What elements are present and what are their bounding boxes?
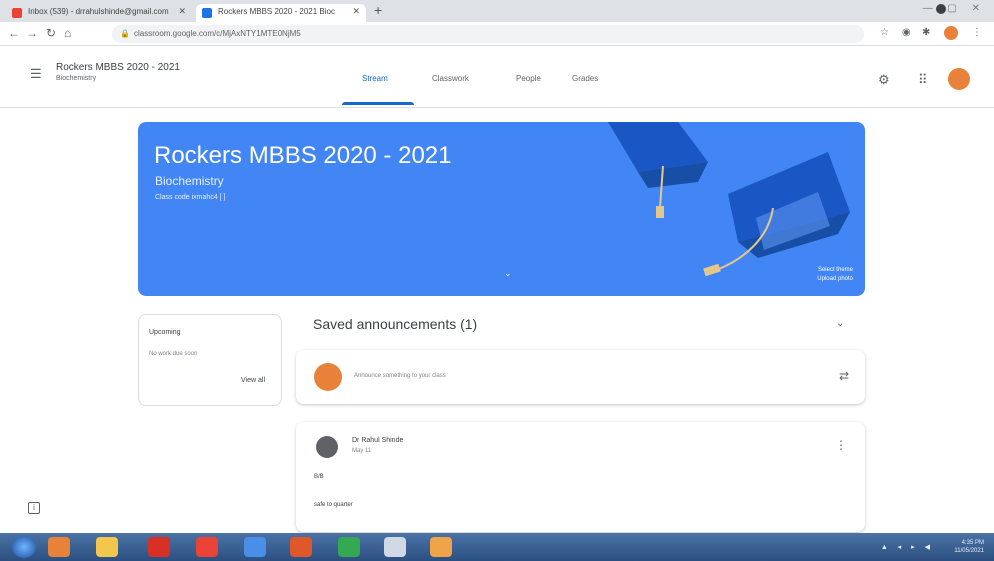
extension-icon[interactable]: ◉: [902, 27, 911, 38]
reload-icon[interactable]: ↻: [46, 26, 56, 40]
compose-placeholder[interactable]: Announce something to your class: [354, 373, 446, 379]
user-avatar: [314, 363, 342, 391]
chevron-down-icon[interactable]: ⌄: [836, 318, 844, 329]
start-button-icon[interactable]: [12, 536, 36, 558]
upcoming-title: Upcoming: [149, 329, 181, 336]
tab-classwork[interactable]: Classwork: [432, 74, 469, 83]
clock-date: 11/05/2021: [954, 548, 984, 554]
address-bar[interactable]: 🔒 classroom.google.com/c/MjAxNTY1MTE0NjM…: [112, 25, 864, 43]
course-banner: Rockers MBBS 2020 - 2021 Biochemistry Cl…: [138, 122, 865, 296]
gmail-icon: [12, 8, 22, 18]
shield-icon[interactable]: [148, 537, 170, 557]
puzzle-icon[interactable]: ✱: [922, 27, 930, 38]
active-tab-indicator: [342, 102, 414, 105]
help-icon[interactable]: i: [28, 502, 40, 514]
opera-icon[interactable]: [290, 537, 312, 557]
banner-subtitle: Biochemistry: [155, 174, 224, 188]
address-toolbar: ← → ↻ ⌂ 🔒 classroom.google.com/c/MjAxNTY…: [0, 22, 994, 46]
browser-avatar[interactable]: [944, 26, 958, 40]
os-taskbar: ▲ ◂ ▸ ◀ 4:35 PM 11/05/2021: [0, 533, 994, 561]
post-author: Dr Rahul Shinde: [352, 437, 404, 444]
close-icon[interactable]: ✕: [352, 6, 360, 17]
main-menu-icon[interactable]: ☰: [30, 66, 42, 82]
customize-banner-link[interactable]: Select theme Upload photo: [817, 266, 853, 284]
clock-time: 4:35 PM: [961, 540, 984, 546]
more-options-icon[interactable]: ⋮: [835, 438, 847, 452]
announcement-composer[interactable]: Announce something to your class ⇄: [296, 350, 865, 404]
view-all-link[interactable]: View all: [241, 377, 265, 384]
post-body-line: safe to quarter: [314, 502, 353, 508]
account-avatar[interactable]: [948, 68, 970, 90]
browser-tab-strip: Inbox (539) - drrahulshinde@gmail.com ✕ …: [0, 0, 994, 22]
browser-menu-icon[interactable]: ⋮: [972, 27, 982, 38]
system-tray[interactable]: ▲ ◂ ▸ ◀: [881, 543, 934, 551]
url-text: classroom.google.com/c/MjAxNTY1MTE0NjM5: [134, 29, 301, 38]
upcoming-card: Upcoming No work due soon View all: [138, 314, 282, 406]
post-body-line: B/B: [314, 474, 324, 480]
browser-tab-classroom[interactable]: Rockers MBBS 2020 - 2021 Bioc ✕: [196, 4, 366, 22]
folder-icon[interactable]: [96, 537, 118, 557]
post-date: May 11: [352, 448, 372, 454]
new-tab-button[interactable]: +: [374, 2, 382, 18]
classroom-icon: [202, 8, 212, 18]
settings-icon[interactable]: ⚙: [878, 72, 890, 88]
announcement-post: Dr Rahul Shinde May 11 ⋮ B/B safe to qua…: [296, 422, 865, 532]
tab-grades[interactable]: Grades: [572, 74, 598, 83]
forward-icon[interactable]: →: [26, 26, 38, 40]
banner-title: Rockers MBBS 2020 - 2021: [154, 142, 452, 169]
lock-icon: 🔒: [120, 29, 130, 38]
chevron-down-icon[interactable]: ⌄: [504, 268, 512, 279]
classroom-header: ☰ Rockers MBBS 2020 - 2021 Biochemistry …: [0, 46, 994, 108]
notepad-icon[interactable]: [384, 537, 406, 557]
course-subject: Biochemistry: [56, 75, 97, 82]
tab-people[interactable]: People: [516, 74, 541, 83]
download-app-icon[interactable]: [196, 537, 218, 557]
paint-icon[interactable]: [430, 537, 452, 557]
author-avatar: [316, 436, 338, 458]
star-icon[interactable]: ☆: [880, 27, 889, 38]
apps-grid-icon[interactable]: ⠿: [918, 72, 928, 88]
taskbar-clock[interactable]: 4:35 PM 11/05/2021: [954, 539, 984, 555]
close-icon[interactable]: ✕: [178, 6, 186, 17]
window-controls[interactable]: — ▢ ✕: [923, 3, 986, 14]
select-theme-link[interactable]: Select theme: [817, 266, 853, 275]
network-app-icon[interactable]: [244, 537, 266, 557]
tab-stream[interactable]: Stream: [362, 74, 388, 83]
browser-tab-gmail[interactable]: Inbox (539) - drrahulshinde@gmail.com ✕: [6, 4, 192, 22]
browser-tab-label: Inbox (539) - drrahulshinde@gmail.com: [28, 7, 169, 16]
repost-icon[interactable]: ⇄: [839, 369, 849, 383]
course-title[interactable]: Rockers MBBS 2020 - 2021: [56, 62, 180, 73]
chrome-icon[interactable]: [338, 537, 360, 557]
media-player-icon[interactable]: [48, 537, 70, 557]
browser-tab-label: Rockers MBBS 2020 - 2021 Bioc: [218, 7, 335, 16]
home-icon[interactable]: ⌂: [64, 26, 71, 40]
saved-announcements-heading[interactable]: Saved announcements (1): [313, 316, 477, 332]
upcoming-note: No work due soon: [149, 351, 198, 357]
upload-photo-link[interactable]: Upload photo: [817, 275, 853, 284]
back-icon[interactable]: ←: [8, 26, 20, 40]
class-code[interactable]: Class code ixmahc4 [ ]: [155, 194, 225, 201]
